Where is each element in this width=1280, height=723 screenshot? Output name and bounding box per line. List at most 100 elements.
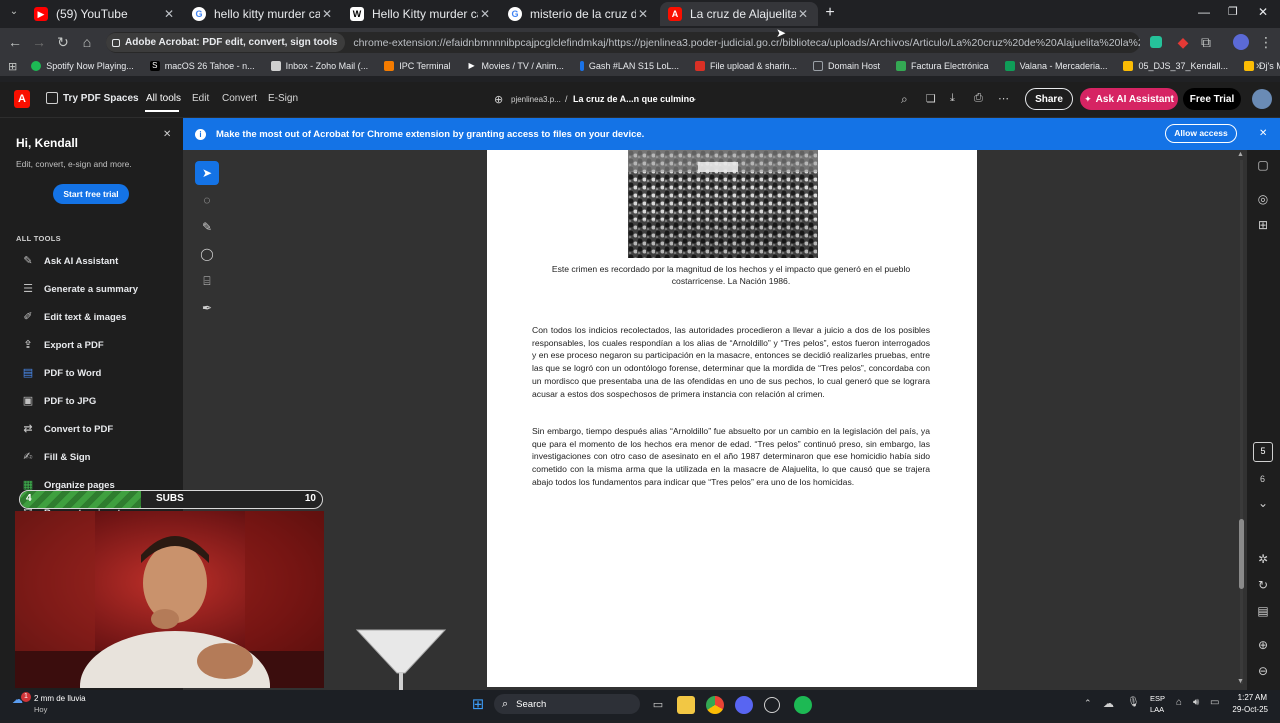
- discord-icon[interactable]: [735, 696, 753, 714]
- chrome-icon[interactable]: [706, 696, 724, 714]
- tool-pdf-to-jpg[interactable]: ▣ PDF to JPG: [22, 395, 96, 407]
- download-icon[interactable]: ⤓: [950, 92, 955, 105]
- pencil-icon[interactable]: ✎: [195, 215, 219, 239]
- more-bookmarks-icon[interactable]: »: [1256, 60, 1262, 72]
- share-button[interactable]: Share: [1025, 88, 1073, 110]
- document-title[interactable]: La cruz de A...n que culmino: [573, 94, 695, 104]
- scroll-down-icon[interactable]: ▼: [1237, 678, 1244, 685]
- thumbnails-icon[interactable]: ⊞: [1256, 218, 1270, 232]
- tool-ask-ai-assistant[interactable]: ✎ Ask AI Assistant: [22, 255, 118, 267]
- allow-access-button[interactable]: Allow access: [1165, 124, 1237, 143]
- page-view-icon[interactable]: ❏: [926, 92, 936, 105]
- restore-icon[interactable]: ❐: [1228, 5, 1238, 18]
- microphone-icon[interactable]: 🎙︎: [1127, 697, 1140, 708]
- user-avatar[interactable]: [1252, 89, 1272, 109]
- comments-icon[interactable]: ◎: [1256, 192, 1270, 206]
- onedrive-icon[interactable]: ☁: [1103, 697, 1114, 710]
- extension-green-icon[interactable]: [1150, 36, 1162, 48]
- spotify-icon[interactable]: [794, 696, 812, 714]
- bookmark-item[interactable]: Dj's Merca / JUNIO...: [1244, 61, 1280, 71]
- site-chip[interactable]: Adobe Acrobat: PDF edit, convert, sign t…: [106, 33, 346, 52]
- tab-google-search-2[interactable]: G misterio de la cruz de alajuelita ✕: [500, 2, 658, 26]
- tool-export-pdf[interactable]: ⇪ Export a PDF: [22, 339, 103, 351]
- rotate-icon[interactable]: ↻: [1256, 578, 1270, 592]
- close-icon[interactable]: ✕: [796, 7, 810, 21]
- volume-icon[interactable]: 🔊︎: [1193, 697, 1199, 708]
- tool-pdf-to-word[interactable]: ▤ PDF to Word: [22, 367, 102, 379]
- bookmark-item[interactable]: Domain Host: [813, 61, 880, 71]
- home-icon[interactable]: ⌂: [79, 34, 95, 50]
- bookmark-item[interactable]: ▶ Movies / TV / Anim...: [467, 61, 563, 71]
- tool-convert-to-pdf[interactable]: ⇄ Convert to PDF: [22, 423, 113, 435]
- bookmark-item[interactable]: Valana - Mercaderia...: [1004, 61, 1107, 71]
- hidden-icons-chevron-icon[interactable]: ⌃: [1084, 698, 1092, 709]
- zoom-out-icon[interactable]: ⊖: [1256, 664, 1270, 678]
- bookmark-item[interactable]: IPC Terminal: [384, 61, 451, 71]
- close-icon[interactable]: ✕: [478, 7, 492, 21]
- tool-edit-text-images[interactable]: ✐ Edit text & images: [22, 311, 126, 323]
- bookmark-item[interactable]: Inbox - Zoho Mail (...: [270, 61, 368, 71]
- print-icon[interactable]: ⎙: [974, 92, 983, 105]
- language-indicator[interactable]: ESP: [1150, 694, 1165, 703]
- start-free-trial-button[interactable]: Start free trial: [53, 184, 129, 204]
- file-explorer-icon[interactable]: [677, 696, 695, 714]
- extensions-puzzle-icon[interactable]: ⧉: [1198, 34, 1214, 50]
- tab-acrobat-pdf[interactable]: A La cruz de Alajuelita la peregrin ✕: [660, 2, 818, 26]
- tab-e-sign[interactable]: E-Sign: [268, 93, 298, 104]
- ai-sparkle-icon[interactable]: ✲: [1256, 552, 1270, 566]
- close-icon[interactable]: ✕: [636, 7, 650, 21]
- bookmark-item[interactable]: 05_DJS_37_Kendall...: [1123, 61, 1228, 71]
- bookmark-item[interactable]: Factura Electrónica: [896, 61, 989, 71]
- acrobat-logo-icon[interactable]: A: [14, 90, 30, 108]
- address-bar[interactable]: Adobe Acrobat: PDF edit, convert, sign t…: [106, 32, 1140, 53]
- tool-fill-sign[interactable]: ✍ Fill & Sign: [22, 451, 90, 463]
- network-icon[interactable]: ⌂: [1176, 697, 1182, 708]
- sign-pen-icon[interactable]: ✒: [195, 296, 219, 320]
- search-icon[interactable]: ⌕: [901, 92, 908, 107]
- close-panel-icon[interactable]: ✕: [163, 129, 171, 140]
- weather-text[interactable]: 2 mm de lluvia: [34, 694, 86, 703]
- ask-ai-assistant-button[interactable]: ✦ Ask AI Assistant: [1080, 88, 1178, 110]
- extension-red-icon[interactable]: ◆: [1175, 34, 1191, 50]
- chevron-down-icon[interactable]: ⌄: [690, 93, 698, 104]
- new-tab-plus-icon[interactable]: +: [822, 5, 838, 21]
- reload-icon[interactable]: ↻: [55, 34, 71, 50]
- battery-icon[interactable]: ▭: [1210, 697, 1219, 708]
- close-window-icon[interactable]: ✕: [1258, 5, 1268, 19]
- page-settings-icon[interactable]: ▤: [1256, 604, 1270, 618]
- back-arrow-icon[interactable]: ←: [7, 34, 23, 50]
- tab-search-chevron-icon[interactable]: ⌄: [6, 6, 22, 22]
- next-page-number[interactable]: 6: [1260, 474, 1265, 484]
- bookmark-item[interactable]: Gash #LAN S15 LoL...: [579, 61, 679, 71]
- tab-edit[interactable]: Edit: [192, 93, 209, 104]
- clock-time[interactable]: 1:27 AM: [1233, 693, 1267, 702]
- text-select-icon[interactable]: ⌸: [195, 269, 219, 293]
- ai-chat-icon[interactable]: ▢: [1256, 158, 1270, 172]
- bookmark-item[interactable]: Spotify Now Playing...: [31, 61, 134, 71]
- minimize-icon[interactable]: —: [1198, 5, 1210, 19]
- windows-start-icon[interactable]: ⊞: [469, 696, 487, 714]
- try-pdf-spaces-link[interactable]: Try PDF Spaces: [63, 93, 139, 104]
- kebab-menu-icon[interactable]: ⋮: [1258, 34, 1274, 50]
- close-banner-icon[interactable]: ✕: [1259, 128, 1267, 139]
- zoom-in-icon[interactable]: ⊕: [1256, 638, 1270, 652]
- tab-wikipedia[interactable]: W Hello Kitty murder case - Wikip ✕: [342, 2, 500, 26]
- scrollbar-track[interactable]: [1240, 160, 1243, 684]
- free-trial-button[interactable]: Free Trial: [1183, 88, 1241, 110]
- clock-date[interactable]: 29-Oct-25: [1226, 705, 1268, 714]
- close-icon[interactable]: ✕: [162, 7, 176, 21]
- chevron-down-icon[interactable]: ⌄: [1256, 496, 1270, 510]
- tab-all-tools[interactable]: All tools: [146, 93, 181, 104]
- bookmark-item[interactable]: SmacOS 26 Tahoe - n...: [149, 61, 255, 71]
- select-cursor-icon[interactable]: ➤: [195, 161, 219, 185]
- obs-icon[interactable]: [764, 697, 780, 713]
- tab-convert[interactable]: Convert: [222, 93, 257, 104]
- bookmark-item[interactable]: File upload & sharin...: [694, 61, 797, 71]
- current-page-number[interactable]: 5: [1253, 442, 1273, 462]
- apps-grid-icon[interactable]: ⊞: [8, 60, 17, 73]
- scrollbar-thumb[interactable]: [1239, 519, 1244, 589]
- lasso-icon[interactable]: ◯: [195, 242, 219, 266]
- close-icon[interactable]: ✕: [320, 7, 334, 21]
- profile-avatar[interactable]: [1233, 34, 1249, 50]
- forward-arrow-icon[interactable]: →: [31, 34, 47, 50]
